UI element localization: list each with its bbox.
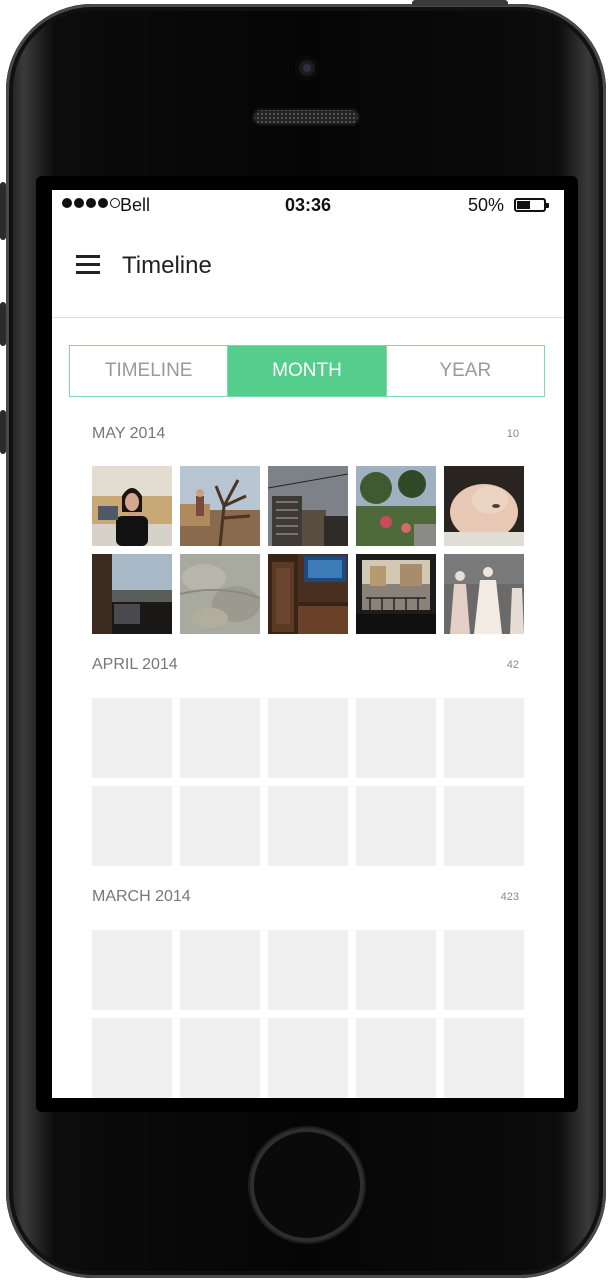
photo-thumbnail[interactable] [356, 554, 436, 634]
photo-placeholder[interactable] [444, 786, 524, 866]
photo-placeholder[interactable] [268, 698, 348, 778]
photo-placeholder[interactable] [92, 786, 172, 866]
app-bar: Timeline [52, 222, 564, 318]
photo-thumbnail[interactable] [180, 554, 260, 634]
photo-thumbnail[interactable] [356, 466, 436, 546]
status-bar: Bell 03:36 50% [52, 190, 564, 222]
photo-thumbnail[interactable] [92, 466, 172, 546]
section-count: 423 [500, 891, 519, 903]
page-title: Timeline [122, 252, 212, 279]
photo-thumbnail[interactable] [268, 466, 348, 546]
section-label: MARCH 2014 [92, 888, 191, 905]
photo-placeholder[interactable] [444, 930, 524, 1010]
app-screen: Bell 03:36 50% Timeline TIMELINE MONTH Y… [52, 190, 564, 1098]
mute-switch [0, 182, 6, 240]
photo-thumbnail[interactable] [444, 466, 524, 546]
home-button[interactable] [250, 1128, 364, 1242]
volume-down-button [0, 410, 6, 454]
photo-placeholder[interactable] [92, 1018, 172, 1098]
power-button [412, 0, 508, 6]
photo-placeholder[interactable] [356, 698, 436, 778]
photo-placeholder[interactable] [180, 930, 260, 1010]
photo-placeholder[interactable] [356, 786, 436, 866]
photo-placeholder[interactable] [268, 930, 348, 1010]
photo-placeholder[interactable] [92, 930, 172, 1010]
hamburger-menu-icon[interactable] [76, 255, 100, 275]
tab-timeline[interactable]: TIMELINE [70, 346, 227, 396]
tab-year[interactable]: YEAR [385, 346, 544, 396]
section-label: MAY 2014 [92, 425, 166, 442]
photo-placeholder[interactable] [180, 698, 260, 778]
photo-placeholder[interactable] [180, 1018, 260, 1098]
front-camera [295, 56, 319, 80]
photo-thumbnail[interactable] [444, 554, 524, 634]
photo-placeholder[interactable] [268, 786, 348, 866]
photo-placeholder[interactable] [444, 698, 524, 778]
earpiece-speaker [252, 108, 360, 126]
section-header-may-2014: MAY 2014 10 [92, 425, 524, 443]
photo-placeholder[interactable] [356, 930, 436, 1010]
section-header-march-2014: MARCH 2014 423 [92, 888, 524, 906]
photo-placeholder[interactable] [180, 786, 260, 866]
photo-placeholder[interactable] [444, 1018, 524, 1098]
photo-placeholder[interactable] [356, 1018, 436, 1098]
battery-icon [514, 198, 549, 212]
volume-up-button [0, 302, 6, 346]
photo-placeholder[interactable] [92, 698, 172, 778]
section-count: 42 [506, 659, 519, 671]
photo-thumbnail[interactable] [92, 554, 172, 634]
photo-thumbnail[interactable] [180, 466, 260, 546]
photo-placeholder[interactable] [268, 1018, 348, 1098]
section-header-april-2014: APRIL 2014 42 [92, 656, 524, 674]
tab-month[interactable]: MONTH [227, 346, 386, 396]
battery-percent: 50% [468, 195, 505, 215]
section-count: 10 [506, 428, 519, 440]
photo-thumbnail[interactable] [268, 554, 348, 634]
view-mode-segmented-control: TIMELINE MONTH YEAR [69, 345, 545, 397]
section-label: APRIL 2014 [92, 656, 178, 673]
